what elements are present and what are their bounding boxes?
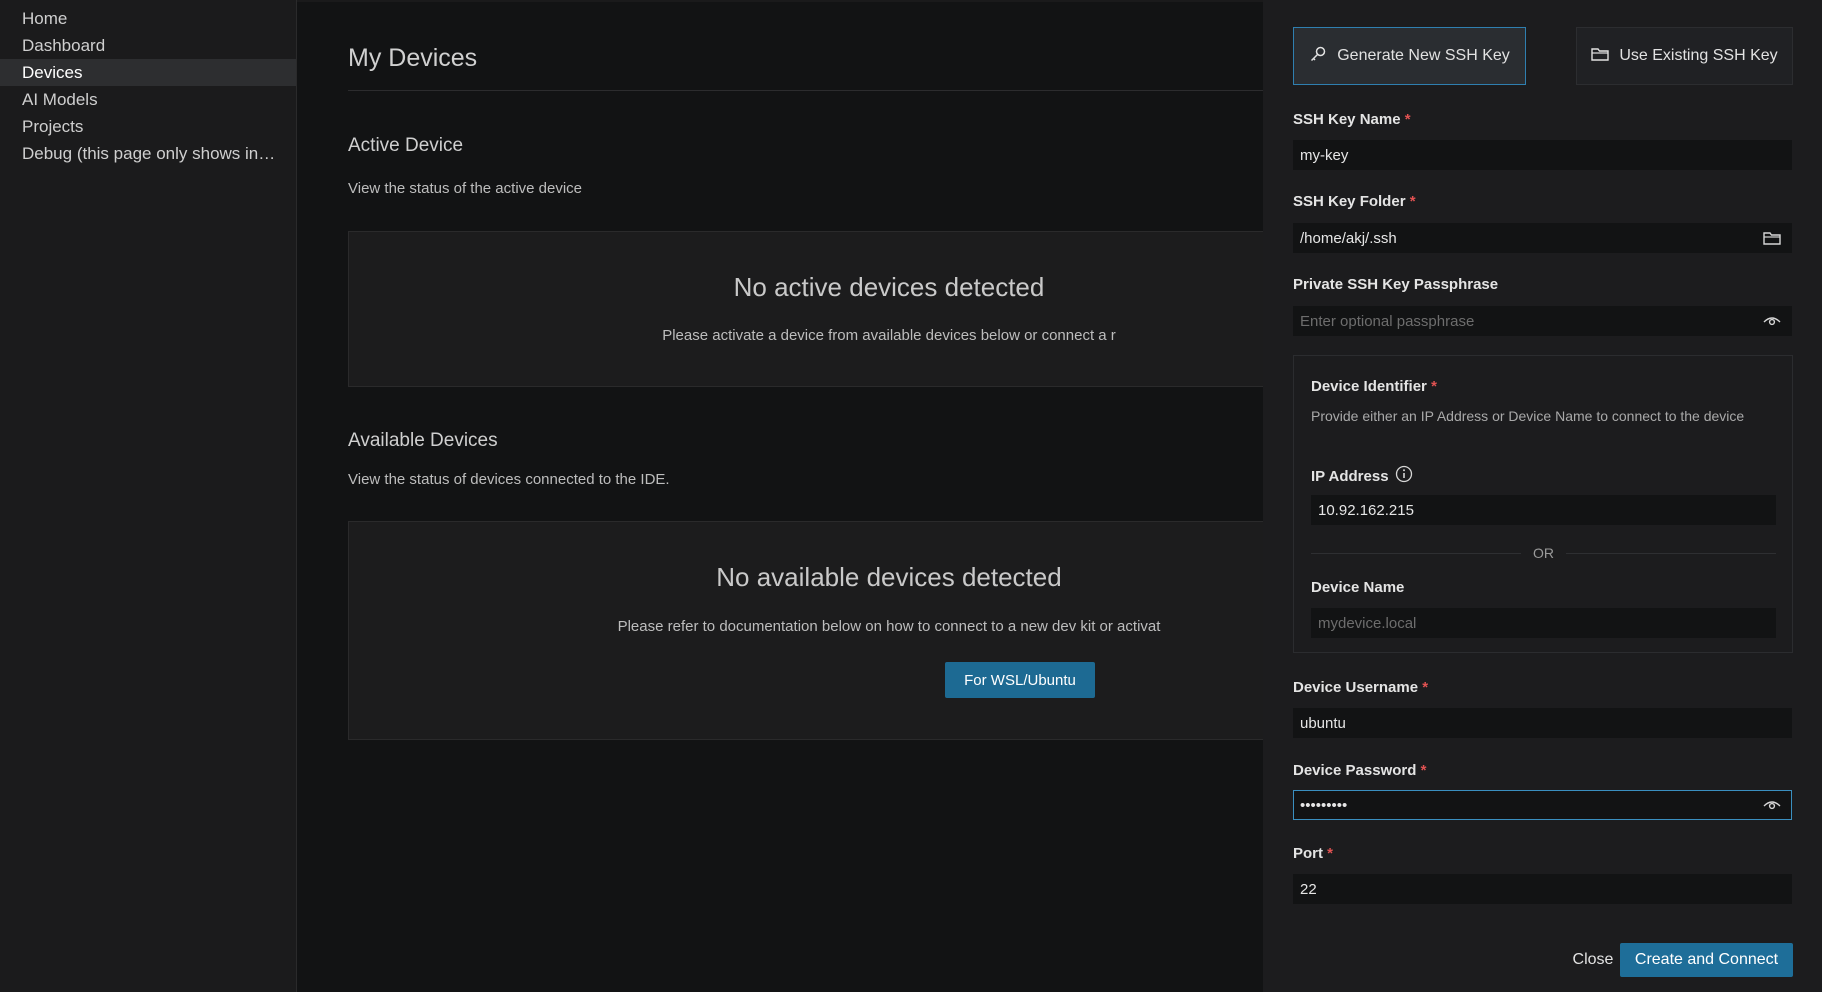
browse-folder-icon[interactable] [1761,228,1783,248]
available-devices-title: Available Devices [348,430,498,451]
ssh-key-folder-label: SSH Key Folder * [1293,193,1416,210]
ip-address-label-text: IP Address [1311,467,1389,485]
sidebar-item-devices[interactable]: Devices [0,59,296,86]
ssh-key-name-input[interactable] [1293,140,1792,170]
device-username-label-text: Device Username [1293,679,1419,696]
ip-address-input[interactable] [1311,495,1776,525]
device-identifier-title: Device Identifier * [1311,378,1437,395]
required-marker: * [1409,193,1416,210]
device-password-label: Device Password * [1293,762,1426,779]
device-name-input[interactable] [1311,608,1776,638]
info-icon[interactable] [1395,465,1413,487]
required-marker: * [1327,845,1334,862]
device-password-input[interactable] [1293,790,1792,820]
create-and-connect-button[interactable]: Create and Connect [1620,943,1793,977]
port-label-text: Port [1293,845,1323,862]
required-marker: * [1431,378,1437,395]
use-existing-ssh-key-label: Use Existing SSH Key [1619,47,1778,64]
sidebar-item-projects[interactable]: Projects [0,113,296,140]
device-name-label: Device Name [1311,579,1405,596]
available-devices-card: No available devices detected Please ref… [348,521,1283,740]
active-device-card: No active devices detected Please activa… [348,231,1283,387]
port-input[interactable] [1293,874,1792,904]
device-password-label-text: Device Password [1293,762,1417,779]
folder-icon [1591,46,1610,67]
title-divider [348,90,1263,91]
generate-ssh-key-button[interactable]: Generate New SSH Key [1293,27,1526,85]
device-identifier-title-text: Device Identifier [1311,378,1427,395]
passphrase-label: Private SSH Key Passphrase [1293,276,1499,293]
ssh-connect-panel: Generate New SSH Key Use Existing SSH Ke… [1263,0,1822,992]
sidebar-item-debug[interactable]: Debug (this page only shows in d... [0,140,296,167]
active-device-title: Active Device [348,135,464,156]
device-identifier-box: Device Identifier * Provide either an IP… [1293,355,1793,653]
device-identifier-description: Provide either an IP Address or Device N… [1311,408,1745,424]
or-line-right [1566,553,1776,554]
ssh-key-name-label-text: SSH Key Name [1293,111,1401,128]
available-devices-description: View the status of devices connected to … [348,471,670,488]
sidebar-nav: Home Dashboard Devices AI Models Project… [0,0,297,992]
sidebar-item-home[interactable]: Home [0,5,296,32]
device-username-input[interactable] [1293,708,1792,738]
passphrase-input[interactable] [1293,306,1792,336]
or-divider: OR [1311,543,1776,563]
sidebar-item-dashboard[interactable]: Dashboard [0,32,296,59]
generate-ssh-key-label: Generate New SSH Key [1337,47,1510,64]
required-marker: * [1422,679,1429,696]
eye-icon[interactable] [1761,795,1783,815]
ip-address-label: IP Address [1311,465,1413,487]
ssh-key-name-label: SSH Key Name * [1293,111,1411,128]
required-marker: * [1420,762,1427,779]
device-username-label: Device Username * [1293,679,1428,696]
key-icon [1309,45,1327,68]
top-divider [297,0,1263,2]
required-marker: * [1404,111,1411,128]
port-label: Port * [1293,845,1333,862]
eye-icon[interactable] [1761,311,1783,331]
page-title: My Devices [348,44,478,72]
active-device-description: View the status of the active device [348,180,583,197]
use-existing-ssh-key-button[interactable]: Use Existing SSH Key [1576,27,1793,85]
ssh-key-folder-input[interactable] [1293,223,1792,253]
wsl-ubuntu-button[interactable]: For WSL/Ubuntu [945,662,1095,698]
ssh-key-folder-label-text: SSH Key Folder [1293,193,1406,210]
main-content: My Devices Active Device View the status… [297,0,1283,992]
sidebar-item-ai-models[interactable]: AI Models [0,86,296,113]
